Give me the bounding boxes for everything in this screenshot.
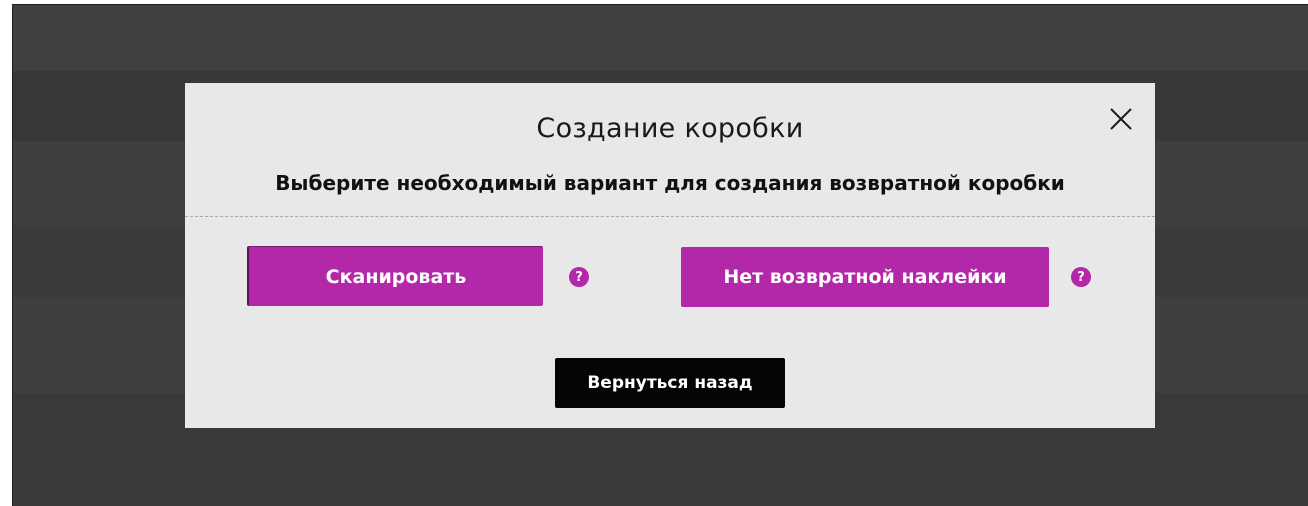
background-band — [13, 5, 1308, 71]
back-button[interactable]: Вернуться назад — [555, 358, 785, 408]
help-glyph: ? — [1077, 269, 1085, 285]
create-box-dialog: Создание коробки Выберите необходимый ва… — [185, 83, 1155, 428]
help-glyph: ? — [575, 269, 583, 285]
no-return-label-button[interactable]: Нет возвратной наклейки — [681, 247, 1049, 307]
dialog-title: Создание коробки — [536, 113, 804, 144]
no-return-label-button-label: Нет возвратной наклейки — [723, 266, 1007, 288]
no-label-help-icon[interactable]: ? — [1071, 267, 1091, 287]
background-overlay: Создание коробки Выберите необходимый ва… — [12, 4, 1308, 506]
scan-help-icon[interactable]: ? — [569, 267, 589, 287]
dashed-divider — [185, 216, 1155, 217]
back-button-label: Вернуться назад — [587, 373, 753, 393]
scan-button[interactable]: Сканировать — [247, 246, 543, 306]
dialog-subtitle: Выберите необходимый вариант для создани… — [275, 171, 1065, 195]
scan-button-label: Сканировать — [325, 265, 467, 288]
